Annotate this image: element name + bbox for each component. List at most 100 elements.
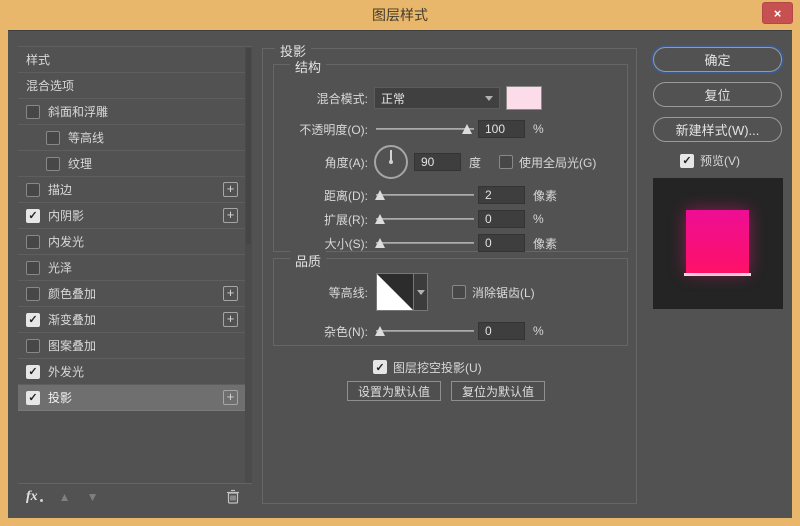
drop-shadow-panel: 投影 结构 混合模式: 正常 不透明度(O): 100 % 角度(A): 90 … bbox=[262, 41, 637, 504]
structure-group: 结构 混合模式: 正常 不透明度(O): 100 % 角度(A): 90 度 使… bbox=[273, 57, 628, 253]
sidebar-item-bevel-emboss[interactable]: 斜面和浮雕 bbox=[18, 99, 252, 125]
move-down-icon[interactable]: ▼ bbox=[87, 490, 99, 504]
sidebar-item-satin[interactable]: 光泽 bbox=[18, 255, 252, 281]
sidebar-item-gradient-overlay[interactable]: ✓ 渐变叠加 + bbox=[18, 307, 252, 333]
contour-picker[interactable] bbox=[376, 273, 428, 311]
slider-track[interactable] bbox=[376, 128, 474, 130]
shadow-color-swatch[interactable] bbox=[506, 86, 542, 110]
add-instance-icon[interactable]: + bbox=[223, 182, 238, 197]
title-bar[interactable]: 图层样式 bbox=[0, 0, 800, 30]
slider-thumb[interactable] bbox=[374, 190, 385, 200]
slider-thumb[interactable] bbox=[374, 238, 385, 248]
checkbox-icon[interactable] bbox=[26, 182, 40, 197]
checkbox-icon[interactable] bbox=[26, 338, 40, 353]
contour-label: 等高线: bbox=[328, 285, 368, 300]
sidebar-item-drop-shadow[interactable]: ✓ 投影 + bbox=[18, 385, 252, 411]
move-up-icon[interactable]: ▲ bbox=[59, 490, 71, 504]
default-buttons-row: 设置为默认值 复位为默认值 bbox=[347, 381, 636, 401]
make-default-button[interactable]: 设置为默认值 bbox=[347, 381, 442, 401]
checkbox-checked-icon[interactable]: ✓ bbox=[26, 312, 40, 327]
knockout-checkbox[interactable]: ✓ bbox=[373, 360, 387, 374]
checkbox-icon[interactable] bbox=[26, 104, 40, 119]
angle-unit: 度 bbox=[469, 155, 482, 170]
sidebar-item-color-overlay[interactable]: 颜色叠加 + bbox=[18, 281, 252, 307]
fx-menu-dot-icon bbox=[39, 499, 43, 502]
reset-default-button[interactable]: 复位为默认值 bbox=[451, 381, 546, 401]
checkbox-icon[interactable] bbox=[46, 130, 60, 145]
sidebar-item-outer-glow[interactable]: ✓ 外发光 bbox=[18, 359, 252, 385]
sidebar-item-label: 投影 bbox=[48, 391, 73, 405]
preview-pink-square bbox=[686, 210, 749, 273]
close-button[interactable]: × bbox=[762, 2, 793, 24]
add-instance-icon[interactable]: + bbox=[223, 312, 238, 327]
scrollbar-thumb[interactable] bbox=[246, 48, 251, 245]
sidebar-item-label: 内阴影 bbox=[48, 209, 85, 223]
style-preview-thumbnail bbox=[653, 178, 783, 309]
sidebar-item-styles[interactable]: 样式 bbox=[18, 47, 252, 73]
sidebar-item-inner-shadow[interactable]: ✓ 内阴影 + bbox=[18, 203, 252, 229]
sidebar-item-label: 光泽 bbox=[48, 261, 73, 275]
sidebar-item-inner-glow[interactable]: 内发光 bbox=[18, 229, 252, 255]
size-row: 大小(S): 0 像素 bbox=[274, 233, 627, 253]
sidebar-item-blending-options[interactable]: 混合选项 bbox=[18, 73, 252, 99]
spread-slider[interactable] bbox=[374, 213, 474, 225]
contour-thumbnail-icon[interactable] bbox=[376, 273, 414, 311]
sidebar-footer: fx ▲ ▼ bbox=[18, 483, 252, 509]
slider-thumb[interactable] bbox=[462, 124, 473, 134]
ok-button[interactable]: 确定 bbox=[653, 47, 782, 72]
blend-mode-select[interactable]: 正常 bbox=[374, 87, 500, 109]
sidebar-item-contour[interactable]: 等高线 bbox=[18, 125, 252, 151]
quality-group: 品质 等高线: 消除锯齿(L) 杂色(N): 0 % bbox=[273, 251, 628, 346]
sidebar-item-texture[interactable]: 纹理 bbox=[18, 151, 252, 177]
anti-alias-checkbox[interactable] bbox=[452, 285, 466, 299]
reset-button[interactable]: 复位 bbox=[653, 82, 782, 107]
knockout-row: ✓ 图层挖空投影(U) bbox=[373, 359, 636, 375]
spread-label: 扩展(R): bbox=[324, 212, 368, 227]
slider-track[interactable] bbox=[376, 330, 474, 332]
checkbox-checked-icon[interactable]: ✓ bbox=[26, 390, 40, 405]
noise-slider[interactable] bbox=[374, 325, 474, 337]
size-slider[interactable] bbox=[374, 237, 474, 249]
slider-thumb[interactable] bbox=[374, 326, 385, 336]
checkbox-icon[interactable] bbox=[46, 156, 60, 171]
distance-input[interactable]: 2 bbox=[478, 186, 525, 204]
add-instance-icon[interactable]: + bbox=[223, 390, 238, 405]
delete-effect-icon[interactable] bbox=[226, 489, 240, 504]
contour-row: 等高线: 消除锯齿(L) bbox=[274, 273, 627, 311]
global-light-checkbox[interactable] bbox=[499, 155, 514, 169]
add-instance-icon[interactable]: + bbox=[223, 286, 238, 301]
checkbox-icon[interactable] bbox=[26, 234, 40, 249]
opacity-row: 不透明度(O): 100 % bbox=[274, 119, 627, 139]
size-input[interactable]: 0 bbox=[478, 234, 525, 252]
angle-input[interactable]: 90 bbox=[414, 153, 461, 171]
checkbox-checked-icon[interactable]: ✓ bbox=[26, 364, 40, 379]
slider-track[interactable] bbox=[376, 218, 474, 220]
angle-label: 角度(A): bbox=[324, 155, 368, 170]
slider-track[interactable] bbox=[376, 194, 474, 196]
distance-slider[interactable] bbox=[374, 189, 474, 201]
window-title: 图层样式 bbox=[372, 7, 428, 23]
opacity-input[interactable]: 100 bbox=[478, 120, 525, 138]
noise-input[interactable]: 0 bbox=[478, 322, 525, 340]
contour-dropdown-arrow[interactable] bbox=[414, 273, 428, 311]
checkbox-checked-icon[interactable]: ✓ bbox=[26, 208, 40, 223]
slider-thumb[interactable] bbox=[374, 214, 385, 224]
spread-input[interactable]: 0 bbox=[478, 210, 525, 228]
blend-mode-label: 混合模式: bbox=[316, 91, 368, 106]
sidebar-item-label: 混合选项 bbox=[26, 79, 75, 93]
new-style-button[interactable]: 新建样式(W)... bbox=[653, 117, 782, 142]
fx-menu-button[interactable]: fx bbox=[26, 489, 38, 505]
sidebar-scrollbar[interactable] bbox=[245, 47, 252, 483]
opacity-slider[interactable] bbox=[376, 123, 474, 135]
checkbox-icon[interactable] bbox=[26, 260, 40, 275]
preview-drop-shadow bbox=[684, 273, 751, 276]
preview-checkbox[interactable]: ✓ bbox=[680, 153, 694, 168]
angle-dial[interactable] bbox=[374, 145, 408, 179]
sidebar-item-pattern-overlay[interactable]: 图案叠加 bbox=[18, 333, 252, 359]
layer-style-window: 图层样式 × 样式 混合选项 斜面和浮雕 等高线 纹理 描边 + ✓ 内阴影 +… bbox=[0, 0, 800, 526]
slider-track[interactable] bbox=[376, 242, 474, 244]
preview-label: 预览(V) bbox=[700, 154, 740, 168]
checkbox-icon[interactable] bbox=[26, 286, 40, 301]
sidebar-item-stroke[interactable]: 描边 + bbox=[18, 177, 252, 203]
add-instance-icon[interactable]: + bbox=[223, 208, 238, 223]
